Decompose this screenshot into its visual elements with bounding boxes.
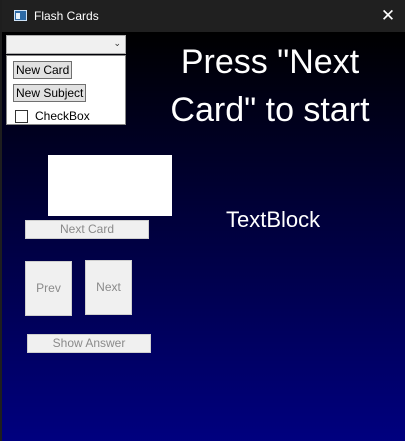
app-window-icon (14, 10, 27, 21)
checkbox[interactable] (15, 109, 28, 123)
new-card-button[interactable]: New Card (13, 61, 73, 79)
next-card-button[interactable]: Next Card (25, 220, 149, 239)
new-subject-button[interactable]: New Subject (13, 84, 87, 102)
next-button[interactable]: Next (85, 260, 132, 315)
checkbox-row[interactable]: CheckBox (15, 109, 90, 123)
prev-button[interactable]: Prev (25, 261, 72, 316)
answer-textblock: TextBlock (226, 207, 321, 232)
checkbox-label[interactable]: CheckBox (35, 109, 90, 123)
window-title: Flash Cards (34, 9, 99, 23)
chevron-down-icon[interactable]: ⌄ (113, 38, 121, 49)
close-icon[interactable]: ✕ (375, 2, 401, 30)
show-answer-button[interactable]: Show Answer (27, 334, 151, 353)
options-panel: New Card New Subject CheckBox (6, 55, 126, 125)
title-bar: Flash Cards ✕ (2, 0, 405, 32)
instruction-line-1: Press "Next (180, 43, 360, 81)
client-area: ⌄ New Card New Subject CheckBox Press "N… (2, 32, 405, 441)
subject-combobox[interactable]: ⌄ (6, 35, 126, 54)
instruction-heading: Press "Next Card" to start (150, 38, 390, 134)
instruction-line-2: Card" to start (170, 91, 370, 129)
flash-cards-window: Flash Cards ✕ ⌄ New Card New Subject Che… (2, 0, 405, 441)
card-display-area (48, 155, 172, 216)
